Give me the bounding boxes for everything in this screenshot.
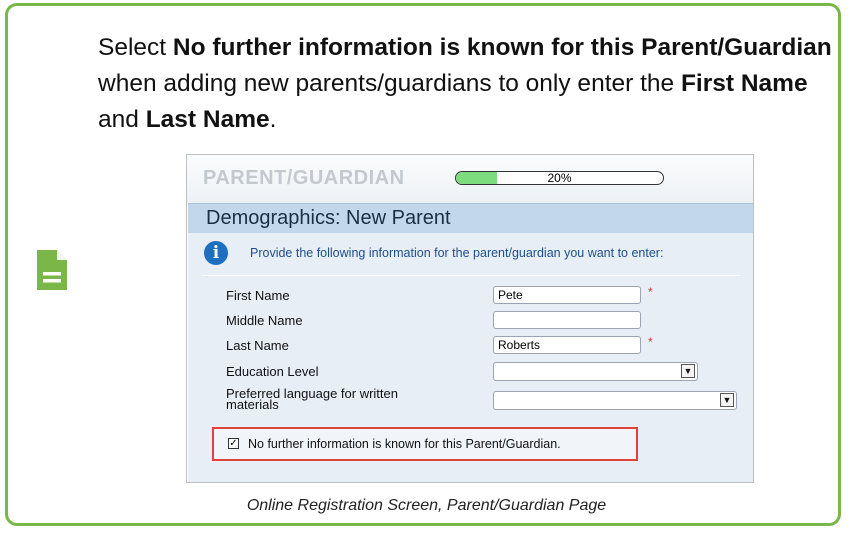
- chevron-down-icon[interactable]: ▼: [681, 364, 695, 378]
- last-name-input[interactable]: [493, 336, 641, 354]
- education-level-label: Education Level: [226, 364, 319, 379]
- preferred-language-label: Preferred language for written materials: [226, 386, 398, 412]
- document-icon: [37, 250, 67, 290]
- first-name-input[interactable]: [493, 286, 641, 304]
- middle-name-label: Middle Name: [226, 313, 303, 328]
- required-marker: *: [648, 285, 653, 299]
- middle-name-input[interactable]: [493, 311, 641, 329]
- progress-label: 20%: [547, 171, 572, 185]
- panel-header: PARENT/GUARDIAN 20%: [187, 155, 753, 203]
- note-text: Select No further information is known f…: [98, 34, 832, 133]
- last-name-label: Last Name: [226, 338, 289, 353]
- info-message: Provide the following information for th…: [250, 246, 664, 260]
- registration-panel: PARENT/GUARDIAN 20% Demographics: New Pa…: [186, 154, 754, 483]
- no-further-info-option: ✓ No further information is known for th…: [212, 427, 638, 461]
- preferred-language-select[interactable]: ▼: [493, 391, 737, 410]
- no-further-info-checkbox[interactable]: ✓: [228, 438, 239, 449]
- progress-bar: 20%: [455, 171, 664, 185]
- form-area: i Provide the following information for …: [188, 233, 753, 482]
- page-title: PARENT/GUARDIAN: [203, 167, 405, 189]
- no-further-info-label[interactable]: No further information is known for this…: [248, 437, 561, 451]
- section-header: Demographics: New Parent: [188, 203, 753, 233]
- chevron-down-icon[interactable]: ▼: [720, 393, 734, 407]
- figure-caption: Online Registration Screen, Parent/Guard…: [246, 497, 607, 514]
- section-title: Demographics: New Parent: [206, 207, 451, 229]
- divider: [202, 275, 740, 276]
- info-icon: i: [204, 241, 228, 265]
- first-name-label: First Name: [226, 288, 290, 303]
- required-marker: *: [648, 335, 653, 349]
- education-level-select[interactable]: ▼: [493, 362, 698, 381]
